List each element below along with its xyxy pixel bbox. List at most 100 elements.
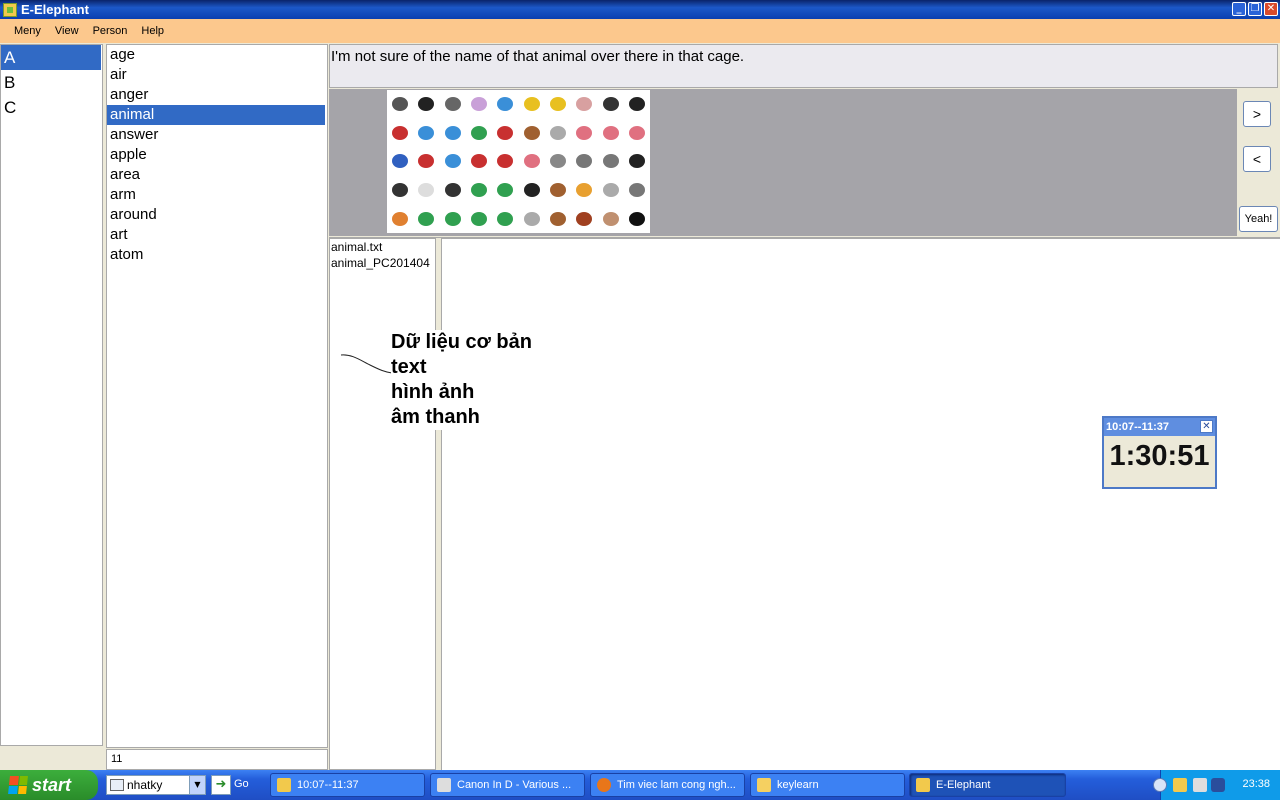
- animal-icon: [418, 125, 435, 140]
- timer-range: 10:07--11:37: [1106, 421, 1169, 433]
- letter-list: A B C: [0, 44, 103, 746]
- word-count: 11: [106, 749, 328, 770]
- task-label: Tim viec lam cong ngh...: [617, 779, 736, 791]
- task-firefox[interactable]: Tim viec lam cong ngh...: [590, 773, 745, 797]
- start-button[interactable]: start: [0, 770, 98, 800]
- animal-icon: [471, 183, 488, 198]
- animal-icon: [602, 97, 619, 112]
- animal-icon: [523, 154, 540, 169]
- word-item[interactable]: answer: [107, 125, 325, 145]
- animal-icon: [497, 183, 514, 198]
- task-label: E-Elephant: [936, 779, 991, 791]
- task-label: keylearn: [777, 779, 819, 791]
- app-icon: [277, 778, 291, 792]
- animal-icon: [576, 97, 593, 112]
- task-media-player[interactable]: Canon In D - Various ...: [430, 773, 585, 797]
- animal-icon: [392, 211, 409, 226]
- animal-icon: [392, 183, 409, 198]
- app-icon[interactable]: [1173, 778, 1187, 792]
- animal-icon: [471, 125, 488, 140]
- animal-icon: [523, 125, 540, 140]
- animal-icon: [576, 183, 593, 198]
- close-button[interactable]: ✕: [1264, 2, 1278, 16]
- clock: 23:38: [1242, 778, 1270, 790]
- volume-icon[interactable]: [1193, 778, 1207, 792]
- next-button[interactable]: >: [1243, 101, 1271, 127]
- menu-bar: Meny View Person Help: [0, 19, 1280, 43]
- animal-icon: [444, 125, 461, 140]
- animal-icon: [418, 211, 435, 226]
- content-area: [441, 238, 1280, 770]
- letter-item-a[interactable]: A: [1, 45, 101, 70]
- animal-icon: [418, 154, 435, 169]
- battery-icon[interactable]: [1211, 778, 1225, 792]
- animal-icon: [444, 97, 461, 112]
- annotation-line-1: Dữ liệu cơ bản: [391, 331, 532, 353]
- animal-icon: [444, 211, 461, 226]
- word-item[interactable]: arm: [107, 185, 325, 205]
- animal-icon: [628, 97, 645, 112]
- letter-item-b[interactable]: B: [1, 70, 101, 95]
- animal-icon: [497, 125, 514, 140]
- menu-view[interactable]: View: [48, 25, 86, 37]
- word-item[interactable]: area: [107, 165, 325, 185]
- go-arrow-icon[interactable]: ➜: [211, 775, 231, 795]
- firefox-icon: [597, 778, 611, 792]
- annotation-line-3: hình ảnh: [391, 381, 475, 403]
- start-label: start: [32, 775, 72, 795]
- restore-button[interactable]: ❐: [1248, 2, 1262, 16]
- yeah-button[interactable]: Yeah!: [1239, 206, 1278, 232]
- animal-icon: [392, 125, 409, 140]
- timer-window[interactable]: 10:07--11:37 ✕ 1:30:51: [1102, 416, 1217, 489]
- window-title: E-Elephant: [21, 2, 89, 17]
- word-item[interactable]: around: [107, 205, 325, 225]
- word-item[interactable]: art: [107, 225, 325, 245]
- address-input[interactable]: nhatky ▼: [106, 775, 206, 795]
- word-item[interactable]: anger: [107, 85, 325, 105]
- annotation-line-2: text: [391, 356, 427, 378]
- letter-item-c[interactable]: C: [1, 95, 101, 120]
- task-folder[interactable]: keylearn: [750, 773, 905, 797]
- animal-icon: [602, 183, 619, 198]
- task-e-elephant[interactable]: E-Elephant: [909, 773, 1066, 797]
- minimize-button[interactable]: _: [1232, 2, 1246, 16]
- task-label: Canon In D - Various ...: [457, 779, 572, 791]
- media-icon: [437, 778, 451, 792]
- animal-icon: [497, 97, 514, 112]
- task-timer[interactable]: 10:07--11:37: [270, 773, 425, 797]
- animal-icon: [628, 211, 645, 226]
- animal-icon: [471, 211, 488, 226]
- menu-meny[interactable]: Meny: [7, 25, 48, 37]
- chevron-left-icon[interactable]: [1153, 778, 1167, 792]
- example-sentence: I'm not sure of the name of that animal …: [329, 44, 1278, 88]
- previous-button[interactable]: <: [1243, 146, 1271, 172]
- word-item[interactable]: air: [107, 65, 325, 85]
- file-item[interactable]: animal_PC201404: [330, 255, 435, 271]
- annotation-line-4: âm thanh: [391, 406, 480, 428]
- animal-icon: [628, 154, 645, 169]
- word-item[interactable]: atom: [107, 245, 325, 265]
- animal-icon: [418, 183, 435, 198]
- animal-icon: [549, 211, 566, 226]
- animal-icon: [523, 211, 540, 226]
- animal-icon: [549, 183, 566, 198]
- word-item-selected[interactable]: animal: [107, 105, 325, 125]
- task-label: 10:07--11:37: [297, 779, 359, 791]
- image-area: [329, 89, 1237, 236]
- menu-person[interactable]: Person: [86, 25, 135, 37]
- close-icon[interactable]: ✕: [1200, 420, 1213, 433]
- menu-help[interactable]: Help: [134, 25, 171, 37]
- word-item[interactable]: apple: [107, 145, 325, 165]
- animal-icon: [549, 125, 566, 140]
- animal-icon: [497, 211, 514, 226]
- animal-icon: [392, 97, 409, 112]
- animal-icon: [471, 97, 488, 112]
- animal-icon: [628, 125, 645, 140]
- word-item[interactable]: age: [107, 45, 325, 65]
- file-item[interactable]: animal.txt: [330, 239, 435, 255]
- file-list: animal.txt animal_PC201404: [329, 238, 436, 770]
- annotation-text: Dữ liệu cơ bản text hình ảnh âm thanh: [391, 330, 551, 430]
- chevron-down-icon[interactable]: ▼: [189, 776, 205, 794]
- animal-icon: [628, 183, 645, 198]
- go-button[interactable]: Go: [234, 778, 249, 790]
